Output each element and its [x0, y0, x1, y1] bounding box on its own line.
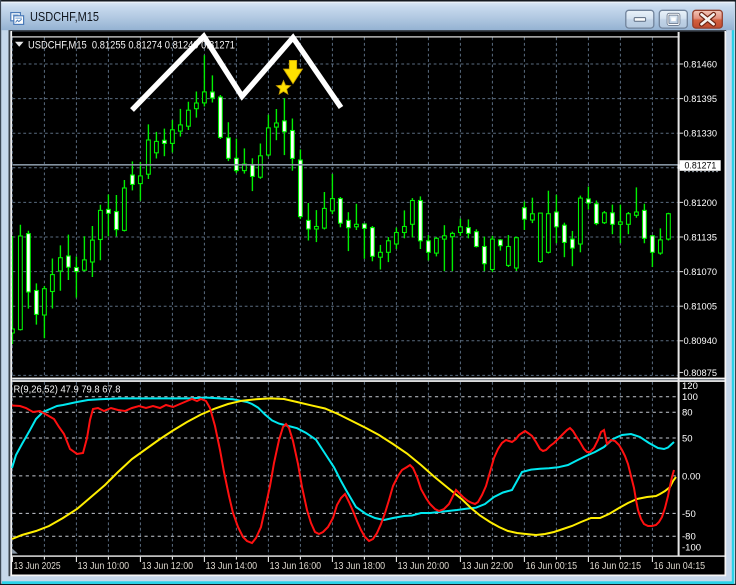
- svg-text:0.81271: 0.81271: [685, 161, 717, 172]
- svg-text:100: 100: [682, 392, 698, 403]
- svg-text:13 Jun 14:00: 13 Jun 14:00: [206, 560, 258, 572]
- svg-text:0.81460: 0.81460: [684, 59, 718, 70]
- svg-text:13 Jun 10:00: 13 Jun 10:00: [78, 560, 130, 572]
- svg-text:0.81330: 0.81330: [684, 129, 718, 140]
- svg-text:0.81395: 0.81395: [684, 94, 718, 105]
- svg-text:16 Jun 02:15: 16 Jun 02:15: [590, 560, 642, 572]
- svg-text:0.81200: 0.81200: [684, 198, 718, 209]
- svg-text:0.81135: 0.81135: [684, 232, 718, 243]
- svg-text:13 Jun 2025: 13 Jun 2025: [14, 560, 61, 572]
- svg-text:USDCHF,M15: USDCHF,M15: [30, 9, 99, 24]
- svg-text:13 Jun 22:00: 13 Jun 22:00: [462, 560, 514, 572]
- svg-text:0.00: 0.00: [682, 471, 701, 482]
- svg-text:50: 50: [682, 433, 693, 444]
- svg-text:13 Jun 12:00: 13 Jun 12:00: [142, 560, 194, 572]
- svg-text:0.81070: 0.81070: [684, 267, 718, 278]
- svg-text:80: 80: [682, 408, 693, 419]
- svg-text:-100: -100: [682, 543, 701, 554]
- svg-text:13 Jun 20:00: 13 Jun 20:00: [398, 560, 450, 572]
- svg-text:0.81005: 0.81005: [684, 302, 718, 313]
- svg-text:-50: -50: [682, 509, 696, 520]
- svg-text:0.80940: 0.80940: [684, 336, 718, 347]
- svg-text:13 Jun 18:00: 13 Jun 18:00: [334, 560, 386, 572]
- svg-text:-80: -80: [682, 532, 696, 543]
- svg-text:0.80875: 0.80875: [684, 368, 718, 379]
- svg-text:R(9,26,52) 47.9 79.8 67.8: R(9,26,52) 47.9 79.8 67.8: [14, 385, 121, 396]
- svg-text:13 Jun 16:00: 13 Jun 16:00: [270, 560, 322, 572]
- svg-text:16 Jun 04:15: 16 Jun 04:15: [654, 560, 706, 572]
- svg-text:120: 120: [682, 381, 698, 392]
- svg-text:16 Jun 00:15: 16 Jun 00:15: [526, 560, 578, 572]
